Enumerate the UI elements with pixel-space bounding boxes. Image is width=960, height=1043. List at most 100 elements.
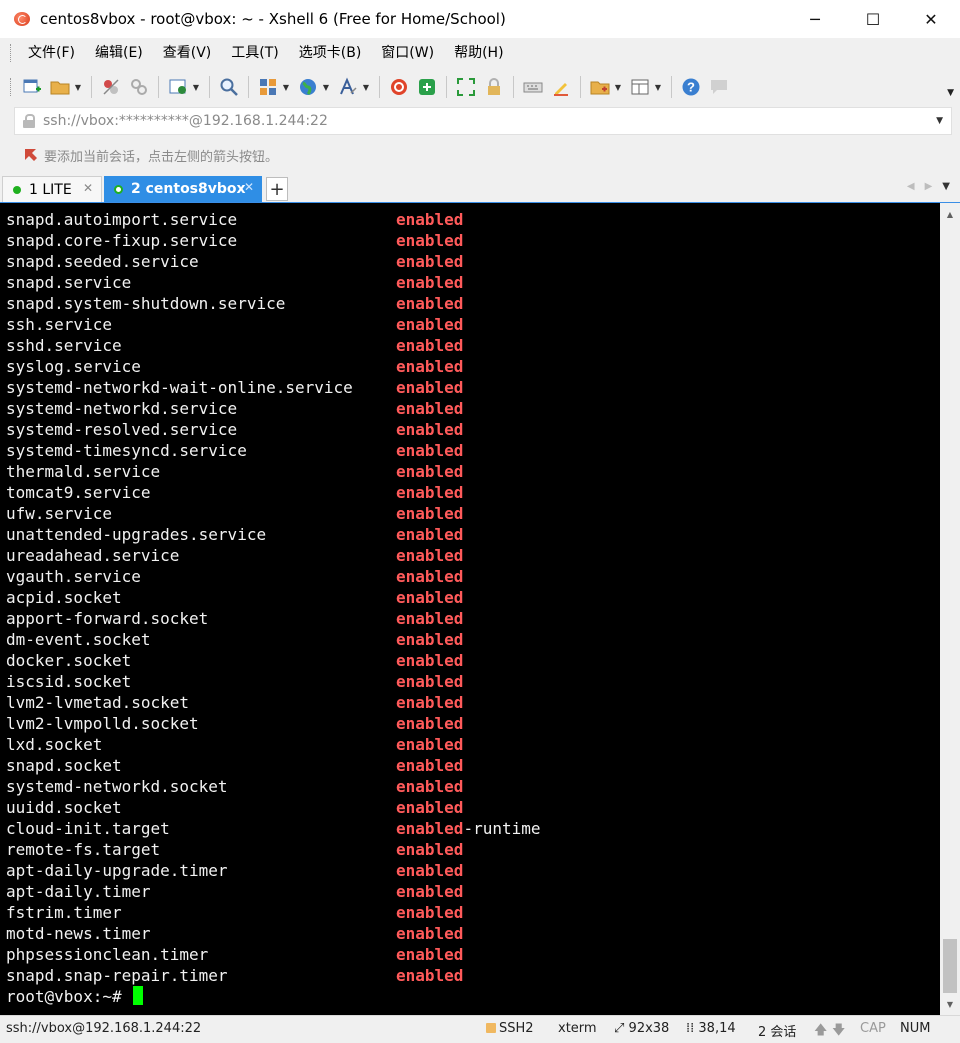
unit-name: lvm2-lvmpolld.socket	[6, 714, 199, 733]
menu-tabs[interactable]: 选项卡(B)	[289, 38, 372, 68]
tab-lite[interactable]: 1 LITE ✕	[2, 176, 102, 202]
close-tab-icon[interactable]: ✕	[83, 181, 93, 195]
unit-state: enabled	[396, 315, 464, 334]
properties-dropdown[interactable]: ▼	[192, 75, 200, 99]
unit-state: enabled	[396, 210, 464, 229]
status-bar: ssh://vbox@192.168.1.244:22 SSH2 xterm ⤢…	[0, 1015, 960, 1042]
tab-label: 2 centos8vbox	[131, 181, 246, 197]
menu-edit[interactable]: 编辑(E)	[85, 38, 153, 68]
toolbar-overflow-icon[interactable]: ▼	[947, 88, 954, 98]
fullscreen-icon[interactable]	[454, 75, 478, 99]
terminal-line: ufw.service enabled	[6, 503, 463, 524]
unit-state: enabled	[396, 840, 464, 859]
unit-name: syslog.service	[6, 357, 141, 376]
terminal-line: thermald.service enabled	[6, 461, 463, 482]
session-down-icon[interactable]: 🡇	[832, 1021, 845, 1043]
globe-icon[interactable]	[296, 75, 320, 99]
keyboard-icon[interactable]	[521, 75, 545, 99]
unit-state: enabled	[396, 378, 464, 397]
scroll-down-icon[interactable]: ▼	[940, 995, 960, 1013]
layout-dropdown[interactable]: ▼	[282, 75, 290, 99]
xshell-swirl-icon[interactable]	[387, 75, 411, 99]
terminal-line: snapd.system-shutdown.service enabled	[6, 293, 463, 314]
toolbar: ▼ ▼ ▼ ▼ ▼ ▼ ▼ ? ▼	[0, 70, 960, 104]
minimize-button[interactable]: ─	[786, 0, 844, 38]
highlight-icon[interactable]	[549, 75, 573, 99]
add-tab-button[interactable]: +	[266, 177, 288, 201]
terminal-line: snapd.core-fixup.service enabled	[6, 230, 463, 251]
menu-help[interactable]: 帮助(H)	[444, 38, 513, 68]
menu-window[interactable]: 窗口(W)	[371, 38, 444, 68]
session-up-icon[interactable]: 🡅	[814, 1021, 827, 1043]
terminal-area[interactable]: snapd.autoimport.service enabled snapd.cor…	[0, 203, 940, 1015]
terminal-line: snapd.autoimport.service enabled	[6, 209, 463, 230]
menu-file[interactable]: 文件(F)	[18, 38, 85, 68]
unit-name: systemd-networkd-wait-online.service	[6, 378, 353, 397]
unit-name: snapd.autoimport.service	[6, 210, 238, 229]
open-folder-icon[interactable]	[48, 75, 72, 99]
terminal-line: phpsessionclean.timer enabled	[6, 944, 463, 965]
unit-state: enabled	[396, 462, 464, 481]
unit-name: systemd-timesyncd.service	[6, 441, 247, 460]
unit-state: enabled	[396, 273, 464, 292]
xshell-logo-icon[interactable]	[12, 9, 32, 29]
window-layout-icon[interactable]	[628, 75, 652, 99]
unit-state: enabled	[396, 399, 464, 418]
lock-toolbar-icon[interactable]	[482, 75, 506, 99]
close-button[interactable]: ✕	[902, 0, 960, 38]
help-icon[interactable]: ?	[679, 75, 703, 99]
close-tab-icon[interactable]: ✕	[244, 180, 254, 194]
terminal-line: remote-fs.target enabled	[6, 839, 463, 860]
font-dropdown[interactable]: ▼	[362, 75, 370, 99]
unit-state: enabled	[396, 294, 464, 313]
unit-state: enabled	[396, 672, 464, 691]
terminal-line: lvm2-lvmpolld.socket enabled	[6, 713, 463, 734]
properties-icon[interactable]	[166, 75, 190, 99]
window-layout-dropdown[interactable]: ▼	[654, 75, 662, 99]
scroll-up-icon[interactable]: ▲	[940, 205, 960, 223]
maximize-button[interactable]: ☐	[844, 0, 902, 38]
unit-name: systemd-resolved.service	[6, 420, 238, 439]
font-icon[interactable]	[336, 75, 360, 99]
xftp-icon[interactable]	[415, 75, 439, 99]
add-session-arrow-icon[interactable]	[22, 146, 40, 164]
address-bar[interactable]: ssh://vbox:**********@192.168.1.244:22 ▼	[14, 107, 952, 135]
tab-prev-icon[interactable]: ◀	[907, 181, 915, 192]
tab-centos8vbox[interactable]: 2 centos8vbox ✕	[104, 176, 262, 202]
svg-text:?: ?	[687, 80, 695, 95]
search-icon[interactable]	[217, 75, 241, 99]
chat-icon[interactable]	[707, 75, 731, 99]
unit-name: snapd.system-shutdown.service	[6, 294, 286, 313]
xshell-window: centos8vbox - root@vbox: ~ - Xshell 6 (F…	[0, 0, 960, 1042]
tab-next-icon[interactable]: ▶	[925, 181, 933, 192]
terminal-scrollbar[interactable]: ▲ ▼	[940, 203, 960, 1015]
unit-name: uuidd.socket	[6, 798, 122, 817]
tab-list-dropdown-icon[interactable]: ▼	[942, 181, 950, 192]
add-folder-dropdown[interactable]: ▼	[614, 75, 622, 99]
unit-state: enabled	[396, 504, 464, 523]
unit-name: snapd.socket	[6, 756, 122, 775]
unit-state: enabled	[396, 336, 464, 355]
scrollbar-thumb[interactable]	[943, 939, 957, 993]
unit-state: enabled	[396, 966, 464, 985]
disconnect-icon[interactable]	[99, 75, 123, 99]
menu-tools[interactable]: 工具(T)	[221, 38, 288, 68]
reconnect-icon[interactable]	[127, 75, 151, 99]
shell-prompt-line[interactable]: root@vbox:~#	[6, 986, 144, 1007]
tab-label: 1 LITE	[29, 181, 72, 198]
globe-dropdown[interactable]: ▼	[322, 75, 330, 99]
address-dropdown-icon[interactable]: ▼	[936, 116, 943, 126]
terminal-line: systemd-resolved.service enabled	[6, 419, 463, 440]
unit-state: enabled	[396, 651, 464, 670]
status-size: ⤢ 92x38	[614, 1021, 670, 1036]
add-folder-icon[interactable]	[588, 75, 612, 99]
menu-view[interactable]: 查看(V)	[153, 38, 222, 68]
unit-state: enabled	[396, 903, 464, 922]
open-dropdown[interactable]: ▼	[74, 75, 82, 99]
unit-state: enabled	[396, 546, 464, 565]
unit-name: ufw.service	[6, 504, 112, 523]
terminal-line: sshd.service enabled	[6, 335, 463, 356]
new-session-icon[interactable]	[20, 75, 44, 99]
lock-icon	[23, 114, 35, 128]
layout-icon[interactable]	[256, 75, 280, 99]
